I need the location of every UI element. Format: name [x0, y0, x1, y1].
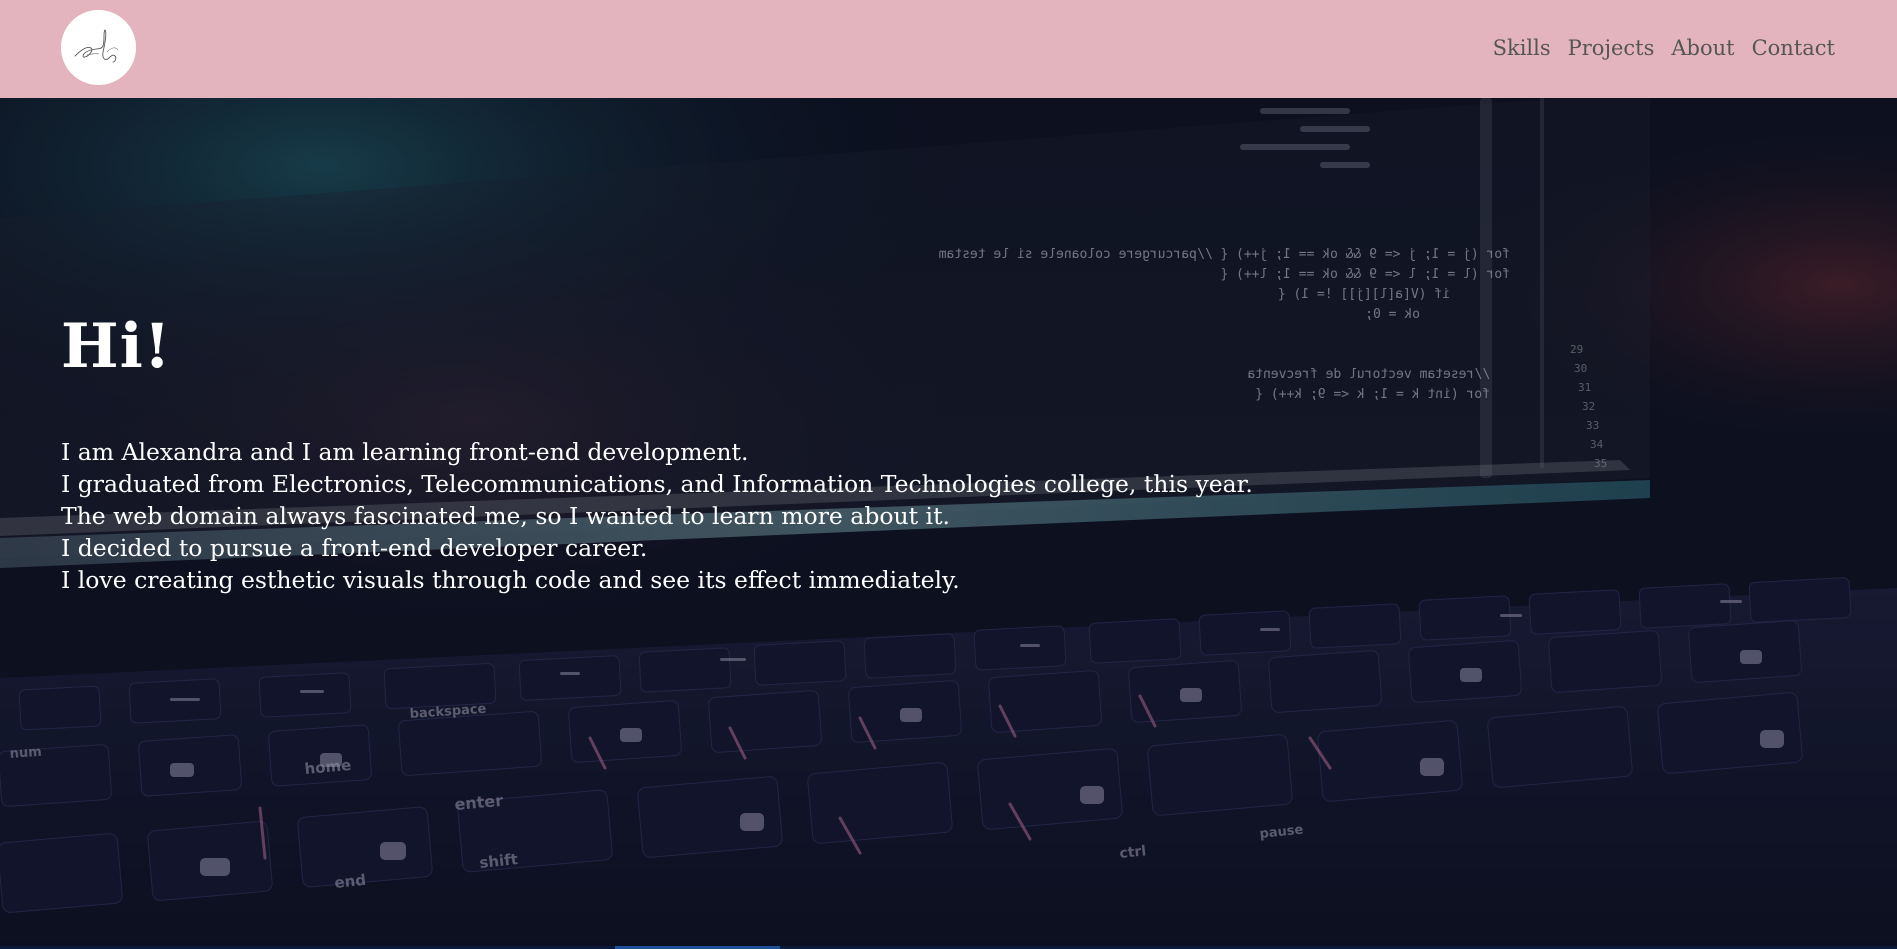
intro-line: I am Alexandra and I am learning front-e…: [61, 438, 749, 466]
intro-line: I decided to pursue a front-end develope…: [61, 534, 648, 562]
intro-text: I am Alexandra and I am learning front-e…: [61, 436, 1253, 596]
hero-title: Hi!: [61, 311, 172, 382]
nav-skills-link[interactable]: Skills: [1493, 34, 1551, 62]
nav-about-link[interactable]: About: [1671, 34, 1734, 62]
intro-line: The web domain always fascinated me, so …: [61, 502, 950, 530]
logo-link[interactable]: [61, 10, 136, 85]
intro-line: I love creating esthetic visuals through…: [61, 566, 960, 594]
hero-section: for (j = 1; j <= 9 && ok == 1; j++) { //…: [0, 98, 1897, 949]
intro-line: I graduated from Electronics, Telecommun…: [61, 470, 1253, 498]
main-nav: Skills Projects About Contact: [1493, 34, 1835, 62]
hero-intro: Hi! I am Alexandra and I am learning fro…: [61, 308, 1253, 596]
nav-contact-link[interactable]: Contact: [1752, 34, 1835, 62]
signature-logo-icon: [61, 10, 136, 85]
page: Skills Projects About Contact for (j = 1…: [0, 0, 1897, 949]
site-header: Skills Projects About Contact: [0, 0, 1897, 98]
nav-projects-link[interactable]: Projects: [1568, 34, 1655, 62]
